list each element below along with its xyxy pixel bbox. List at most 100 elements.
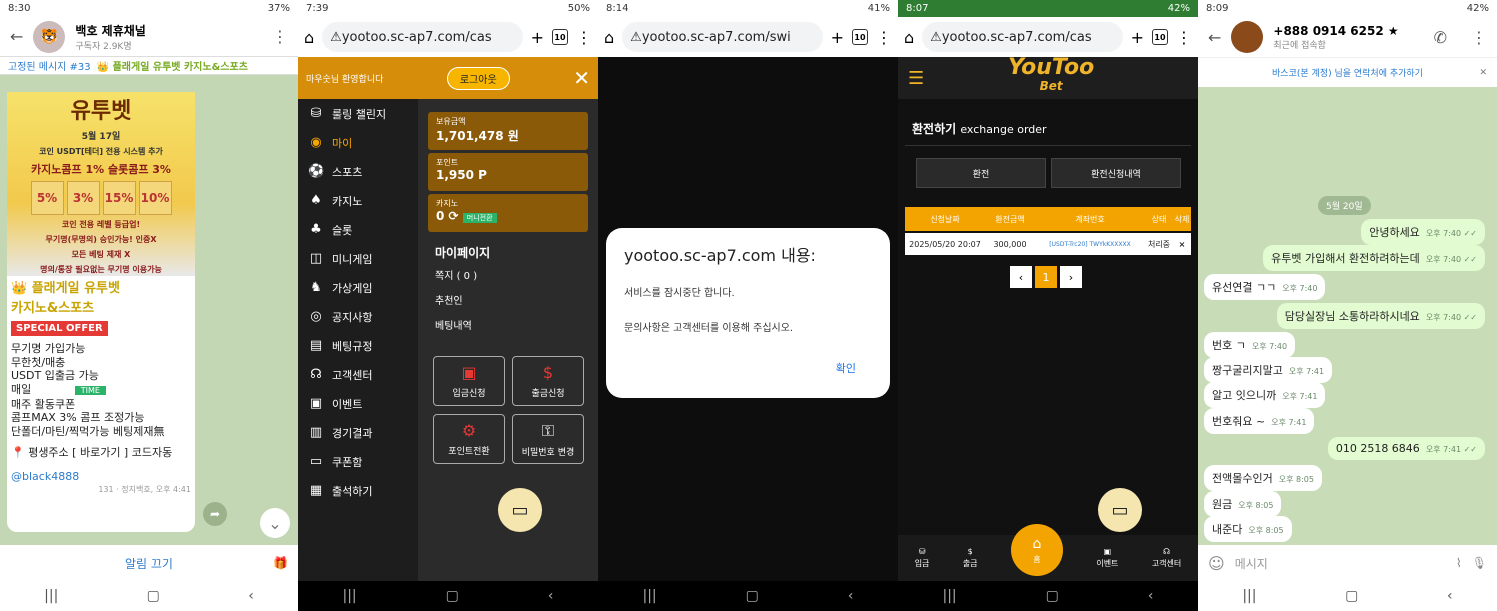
attach-icon[interactable]: ⌇ — [1456, 556, 1462, 570]
new-tab-icon[interactable]: + — [831, 28, 844, 47]
nav-withdraw[interactable]: $ 출금 — [963, 547, 978, 569]
more-icon[interactable]: ⋮ — [576, 28, 592, 47]
tab-count[interactable]: 10 — [852, 29, 868, 45]
pinned-message-bar[interactable]: 고정된 메시지 #33 👑 플래게일 유투벳 카지노&스포츠 — [0, 57, 298, 75]
mypage-link[interactable]: 추천인 — [435, 292, 463, 307]
exchange-tab[interactable]: 환전 — [916, 158, 1046, 188]
recents-icon[interactable]: ||| — [643, 588, 657, 604]
recents-icon[interactable]: ||| — [343, 588, 357, 604]
more-icon[interactable]: ⋮ — [1471, 28, 1487, 47]
menu-item[interactable]: ▥ 경기결과 — [298, 418, 418, 447]
menu-item[interactable]: ▭ 쿠폰함 — [298, 447, 418, 476]
side-menu: ⛁ 룰링 챌린지 ◉ 마이 ⚽ 스포츠 ♠ 카지노 ♣ 슬롯 ◫ 미니게임 ♞ 가상게임 ◎ 공… — [298, 99, 418, 581]
change-password-button[interactable]: ⚿ 비밀번호 변경 — [512, 414, 584, 464]
nav-support[interactable]: ☊ 고객센터 — [1152, 547, 1181, 569]
message-input[interactable]: 메시지 — [1235, 555, 1446, 572]
menu-item[interactable]: ◉ 마이 — [298, 128, 418, 157]
home-icon[interactable]: ▢ — [1345, 588, 1358, 604]
site-logo[interactable]: YouToo Bet — [1008, 57, 1094, 95]
warning-icon: ⚠ — [930, 29, 942, 45]
col-date: 신청날짜 — [930, 214, 960, 224]
recents-icon[interactable]: ||| — [44, 588, 58, 604]
new-tab-icon[interactable]: + — [531, 28, 544, 47]
home-icon[interactable]: ⌂ — [304, 28, 314, 47]
mypage-link[interactable]: 베팅내역 — [435, 317, 472, 332]
phone-icon[interactable]: ✆ — [1434, 28, 1447, 47]
delete-button[interactable]: × — [1173, 240, 1191, 249]
share-icon[interactable]: ➦ — [203, 502, 227, 526]
url-bar[interactable]: ⚠ yootoo.sc-ap7.com/cas — [922, 22, 1123, 52]
message-out: 안녕하세요 오후 7:40 ✓✓ — [1361, 219, 1485, 245]
home-icon[interactable]: ▢ — [1046, 588, 1059, 604]
point-convert-button[interactable]: ⚙ 포인트전환 — [433, 414, 505, 464]
nav-home[interactable]: ⌂ 홈 — [1010, 524, 1063, 576]
scroll-down-icon[interactable]: ⌄ — [260, 508, 290, 538]
recents-icon[interactable]: ||| — [943, 588, 957, 604]
menu-item[interactable]: ♠ 카지노 — [298, 186, 418, 215]
menu-item[interactable]: ◫ 미니게임 — [298, 244, 418, 273]
back-icon[interactable]: ‹ — [1148, 588, 1154, 604]
new-tab-icon[interactable]: + — [1131, 28, 1144, 47]
mic-icon[interactable]: 🎙 — [1472, 556, 1487, 570]
next-page-button[interactable]: › — [1060, 266, 1082, 288]
hamburger-icon[interactable]: ☰ — [908, 68, 924, 89]
nav-event[interactable]: ▣ 이벤트 — [1096, 547, 1118, 569]
menu-item[interactable]: ▦ 출석하기 — [298, 476, 418, 505]
back-arrow-icon[interactable]: ← — [1208, 28, 1221, 47]
gift-icon[interactable]: 🎁 — [273, 556, 288, 570]
back-icon[interactable]: ‹ — [248, 588, 254, 604]
tab-count[interactable]: 10 — [1152, 29, 1168, 45]
telegram-link[interactable]: @black4888 — [11, 470, 191, 484]
prev-page-button[interactable]: ‹ — [1010, 266, 1032, 288]
withdraw-button[interactable]: $ 출금신청 — [512, 356, 584, 406]
menu-item[interactable]: ⚽ 스포츠 — [298, 157, 418, 186]
more-icon[interactable]: ⋮ — [1176, 28, 1192, 47]
url-bar[interactable]: ⚠ yootoo.sc-ap7.com/cas — [322, 22, 523, 52]
tab-count[interactable]: 10 — [552, 29, 568, 45]
nav-deposit[interactable]: ⛁ 입금 — [915, 547, 930, 569]
more-icon[interactable]: ⋮ — [876, 28, 892, 47]
back-icon[interactable]: ‹ — [1447, 588, 1453, 604]
back-arrow-icon[interactable]: ← — [10, 27, 23, 46]
home-icon[interactable]: ⌂ — [604, 28, 614, 47]
avatar[interactable] — [1231, 21, 1264, 53]
home-icon[interactable]: ▢ — [147, 588, 160, 604]
more-icon[interactable]: ⋮ — [272, 27, 288, 46]
menu-item[interactable]: ▤ 베팅규정 — [298, 331, 418, 360]
add-contact-bar[interactable]: 바스코(본 계정) 님을 연락처에 추가하기 ✕ — [1198, 57, 1497, 87]
chat-icon[interactable]: ▭ — [1098, 488, 1142, 532]
refresh-icon[interactable]: ⟳ — [449, 209, 459, 223]
menu-item[interactable]: ⛁ 룰링 챌린지 — [298, 99, 418, 128]
close-icon[interactable]: ✕ — [573, 66, 590, 90]
home-icon[interactable]: ⌂ — [904, 28, 914, 47]
menu-item[interactable]: ♣ 슬롯 — [298, 215, 418, 244]
back-icon[interactable]: ‹ — [548, 588, 554, 604]
url-bar[interactable]: ⚠ yootoo.sc-ap7.com/swi — [622, 22, 823, 52]
money-convert-button[interactable]: 머니전환 — [462, 213, 497, 223]
close-icon[interactable]: ✕ — [1479, 68, 1487, 78]
menu-item[interactable]: ◎ 공지사항 — [298, 302, 418, 331]
gamepad-icon: ◫ — [309, 251, 323, 266]
deposit-button[interactable]: ▣ 입금신청 — [433, 356, 505, 406]
avatar[interactable]: 🐯 — [33, 20, 66, 53]
recents-icon[interactable]: ||| — [1242, 588, 1256, 604]
headset-icon: ☊ — [310, 367, 322, 382]
browser-toolbar: ⌂ ⚠ yootoo.sc-ap7.com/swi + 10 ⋮ — [598, 17, 898, 57]
chat-icon[interactable]: ▭ — [498, 488, 542, 532]
current-page[interactable]: 1 — [1035, 266, 1057, 288]
home-icon[interactable]: ▢ — [746, 588, 759, 604]
menu-item[interactable]: ▣ 이벤트 — [298, 389, 418, 418]
post-line[interactable]: 📍 평생주소 [ 바로가기 ] 코드자동 — [11, 446, 191, 460]
logout-button[interactable]: 로그아웃 — [446, 66, 510, 90]
emoji-icon[interactable]: ☺ — [1208, 554, 1225, 573]
menu-item[interactable]: ♞ 가상게임 — [298, 273, 418, 302]
ok-button[interactable]: 확인 — [836, 360, 856, 376]
exchange-history-tab[interactable]: 환전신청내역 — [1051, 158, 1181, 188]
back-icon[interactable]: ‹ — [848, 588, 854, 604]
book-icon: ▤ — [309, 338, 323, 353]
mypage-link[interactable]: 쪽지 ( 0 ) — [435, 267, 477, 282]
menu-item[interactable]: ☊ 고객센터 — [298, 360, 418, 389]
mute-button[interactable]: 알림 끄기 🎁 — [0, 545, 298, 581]
message-in: 알고 잇으니까 오후 7:41 — [1204, 382, 1326, 408]
home-icon[interactable]: ▢ — [446, 588, 459, 604]
